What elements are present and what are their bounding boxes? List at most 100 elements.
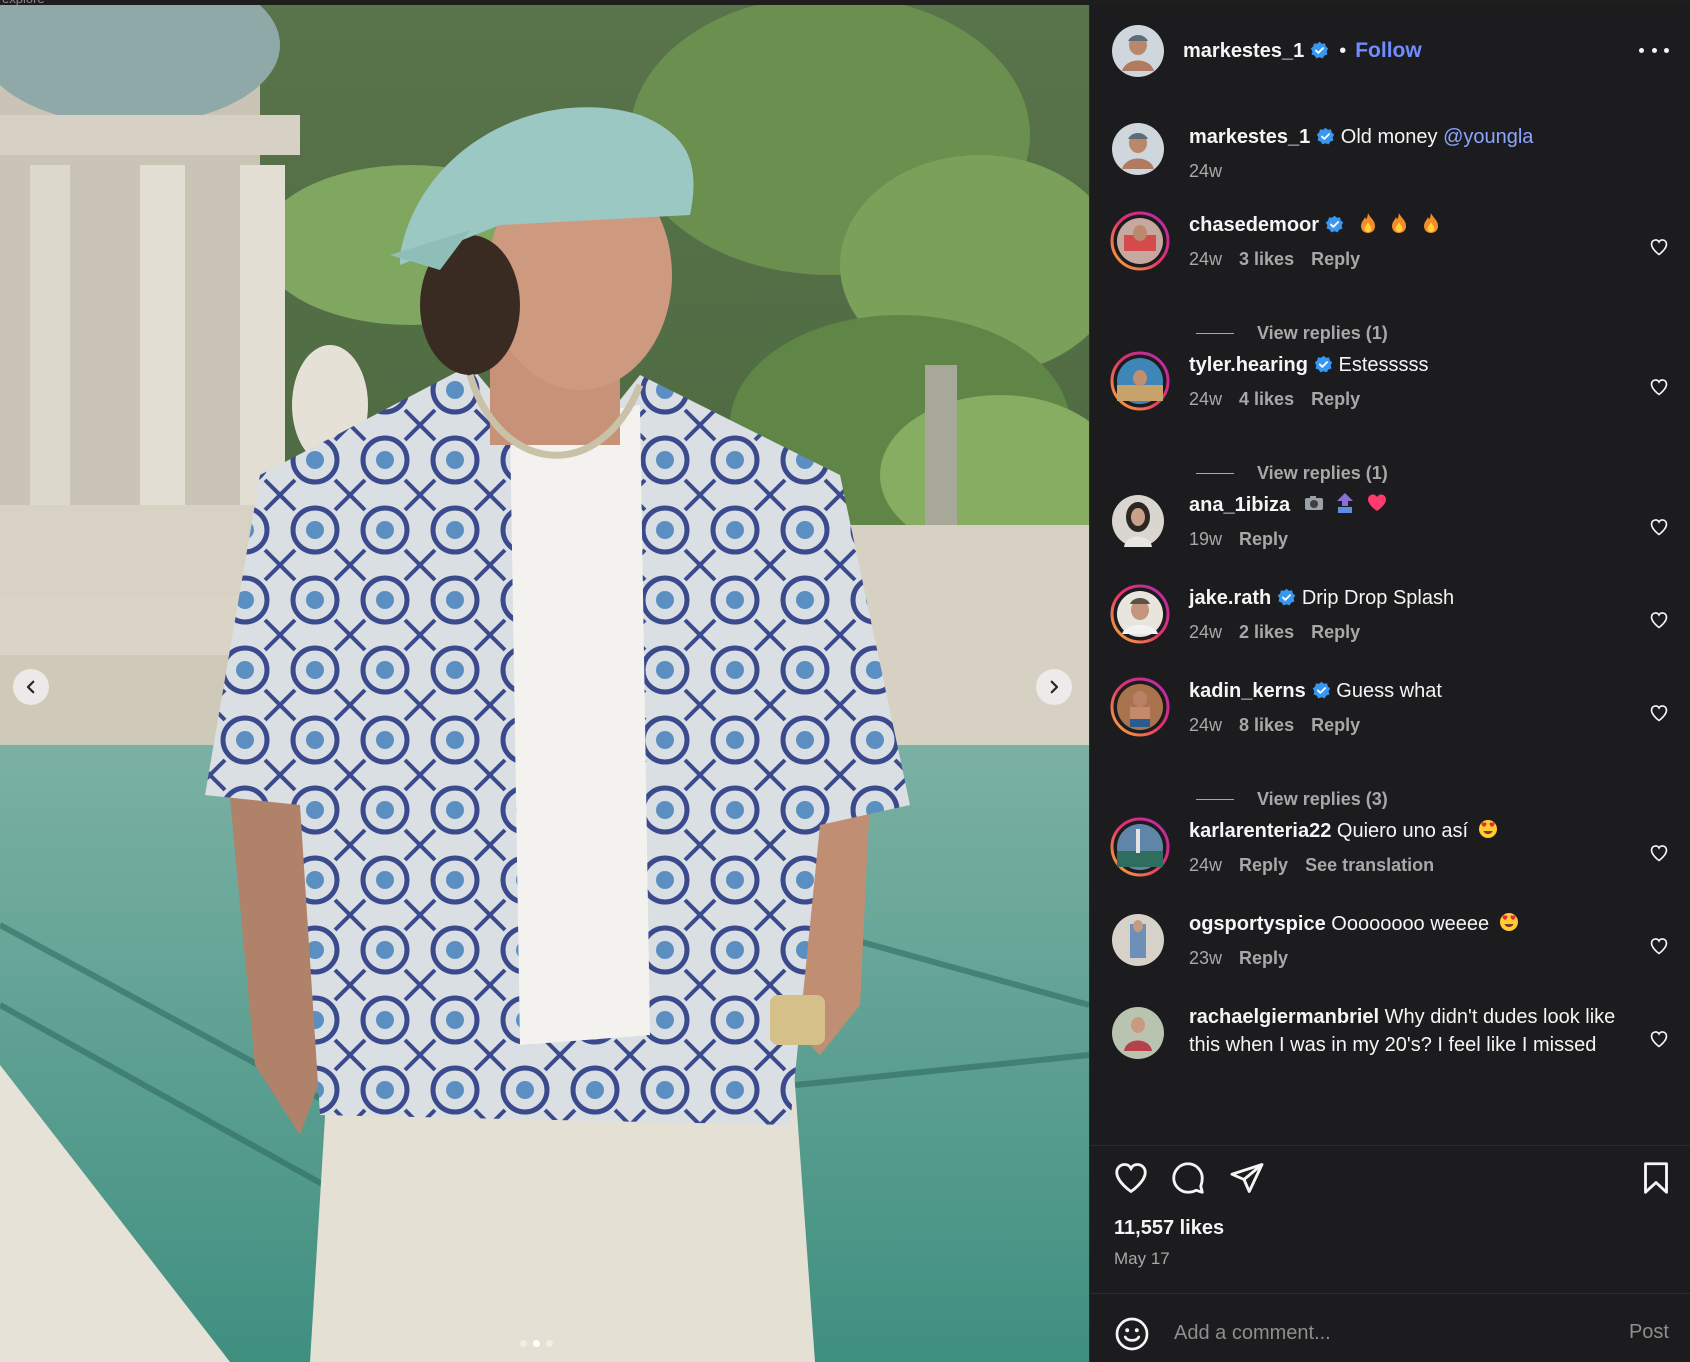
view-replies-button[interactable]: View replies (1) xyxy=(1196,321,1496,345)
comment-text: karlarenteria22 Quiero uno así xyxy=(1189,817,1639,845)
comment-avatar[interactable] xyxy=(1110,677,1170,737)
replies-divider xyxy=(1196,332,1234,334)
verified-icon xyxy=(1278,588,1296,606)
comment-likes-count[interactable]: 4 likes xyxy=(1239,389,1294,410)
carousel-dot xyxy=(546,1340,553,1347)
caption-author-avatar[interactable] xyxy=(1112,123,1164,175)
comment-avatar[interactable] xyxy=(1112,914,1164,966)
verified-icon xyxy=(1311,41,1329,58)
fire-emoji xyxy=(1421,212,1441,234)
post-likes-count[interactable]: 11,557 likes xyxy=(1114,1217,1224,1240)
comment-meta: 19w Reply xyxy=(1189,529,1288,550)
comment-username[interactable]: ana_1ibiza xyxy=(1189,494,1290,516)
caption-mention-link[interactable]: @youngla xyxy=(1443,126,1533,148)
comment-like-heart-icon[interactable] xyxy=(1649,936,1669,956)
carousel-prev-button[interactable] xyxy=(13,669,49,705)
comment-timestamp[interactable]: 23w xyxy=(1189,948,1222,969)
view-replies-button[interactable]: View replies (3) xyxy=(1196,787,1496,811)
caption-username[interactable]: markestes_1 xyxy=(1189,126,1310,148)
carousel-next-button[interactable] xyxy=(1036,669,1072,705)
caption-text: markestes_1 Old money @youngla xyxy=(1189,123,1639,151)
comment-avatar[interactable] xyxy=(1110,584,1170,644)
comment-text: jake.rath Drip Drop Splash xyxy=(1189,584,1639,612)
comment-reply-button[interactable]: Reply xyxy=(1239,529,1288,550)
comment-like-heart-icon[interactable] xyxy=(1649,703,1669,723)
bookmark-icon[interactable] xyxy=(1638,1160,1674,1196)
carousel-dot-active xyxy=(533,1340,540,1347)
post-date[interactable]: May 17 xyxy=(1114,1249,1170,1269)
comment-reply-button[interactable]: Reply xyxy=(1311,622,1360,643)
comment-meta: 24w 4 likes Reply xyxy=(1189,389,1360,410)
verified-icon xyxy=(1317,127,1335,145)
comment-avatar[interactable] xyxy=(1112,495,1164,547)
comment-like-heart-icon[interactable] xyxy=(1649,610,1669,630)
comment-avatar[interactable] xyxy=(1110,211,1170,271)
comment-meta: 24w 2 likes Reply xyxy=(1189,622,1360,643)
comment-timestamp[interactable]: 24w xyxy=(1189,715,1222,736)
comment-meta: 24w 8 likes Reply xyxy=(1189,715,1360,736)
comment-username[interactable]: kadin_kerns xyxy=(1189,680,1306,702)
view-replies-button[interactable]: View replies (1) xyxy=(1196,461,1496,485)
comment-likes-count[interactable]: 8 likes xyxy=(1239,715,1294,736)
comment-username[interactable]: tyler.hearing xyxy=(1189,354,1308,376)
comment-item: rachaelgiermanbriel Why didn't dudes loo… xyxy=(1090,1003,1690,1139)
comment-reply-button[interactable]: Reply xyxy=(1311,715,1360,736)
comment-likes-count[interactable]: 2 likes xyxy=(1239,622,1294,643)
follow-button[interactable]: Follow xyxy=(1355,39,1422,63)
comment-icon[interactable] xyxy=(1170,1160,1206,1196)
post-comment-button[interactable]: Post xyxy=(1629,1321,1669,1344)
more-icon xyxy=(1639,47,1644,53)
comment-reply-button[interactable]: Reply xyxy=(1311,249,1360,270)
comment-avatar[interactable] xyxy=(1112,1007,1164,1059)
verified-icon xyxy=(1312,681,1330,699)
post-media[interactable] xyxy=(0,5,1089,1362)
comment-like-heart-icon[interactable] xyxy=(1649,1029,1669,1049)
replies-divider xyxy=(1196,798,1234,800)
caption-timestamp[interactable]: 24w xyxy=(1189,161,1222,182)
verified-icon xyxy=(1325,215,1344,233)
comment-like-heart-icon[interactable] xyxy=(1649,237,1669,257)
caption-body: Old money xyxy=(1340,126,1438,148)
author-username[interactable]: markestes_1 xyxy=(1183,40,1329,63)
heart-eyes-emoji xyxy=(1478,818,1498,840)
author-avatar[interactable] xyxy=(1112,25,1164,77)
see-translation-button[interactable]: See translation xyxy=(1305,855,1434,876)
comment-username[interactable]: karlarenteria22 xyxy=(1189,820,1331,842)
comment-timestamp[interactable]: 24w xyxy=(1189,389,1222,410)
chevron-right-icon xyxy=(1050,680,1059,694)
comment-username[interactable]: jake.rath xyxy=(1189,587,1271,609)
comment-text: rachaelgiermanbriel Why didn't dudes loo… xyxy=(1189,1003,1644,1059)
share-icon[interactable] xyxy=(1229,1160,1265,1196)
camera-emoji xyxy=(1304,492,1324,514)
comment-timestamp[interactable]: 19w xyxy=(1189,529,1222,550)
comment-reply-button[interactable]: Reply xyxy=(1239,948,1288,969)
like-heart-icon[interactable] xyxy=(1113,1160,1149,1196)
comment-like-heart-icon[interactable] xyxy=(1649,843,1669,863)
comment-username[interactable]: ogsportyspice xyxy=(1189,913,1326,935)
replies-divider xyxy=(1196,472,1234,474)
comment-timestamp[interactable]: 24w xyxy=(1189,622,1222,643)
comment-input[interactable] xyxy=(1174,1318,1574,1348)
more-options-button[interactable] xyxy=(1639,39,1669,61)
comment-reply-button[interactable]: Reply xyxy=(1239,855,1288,876)
comment-avatar[interactable] xyxy=(1110,351,1170,411)
comment-text: ana_1ibiza xyxy=(1189,491,1639,519)
comment-meta: 24w Reply See translation xyxy=(1189,855,1434,876)
post-photo xyxy=(0,5,1089,1362)
comment-meta: 24w 3 likes Reply xyxy=(1189,249,1360,270)
comment-username[interactable]: chasedemoor xyxy=(1189,214,1319,236)
comment-like-heart-icon[interactable] xyxy=(1649,517,1669,537)
comment-timestamp[interactable]: 24w xyxy=(1189,249,1222,270)
comment-body: Quiero uno así xyxy=(1336,820,1469,842)
caption-meta: 24w xyxy=(1189,161,1222,182)
view-replies-label: View replies (1) xyxy=(1257,462,1388,483)
comment-like-heart-icon[interactable] xyxy=(1649,377,1669,397)
comment-text: tyler.hearing Estesssss xyxy=(1189,351,1639,379)
comment-avatar[interactable] xyxy=(1110,817,1170,877)
comment-reply-button[interactable]: Reply xyxy=(1311,389,1360,410)
emoji-icon[interactable] xyxy=(1114,1316,1150,1352)
comment-timestamp[interactable]: 24w xyxy=(1189,855,1222,876)
comment-likes-count[interactable]: 3 likes xyxy=(1239,249,1294,270)
comment-username[interactable]: rachaelgiermanbriel xyxy=(1189,1006,1379,1028)
comment-composer: Post xyxy=(1090,1293,1690,1362)
